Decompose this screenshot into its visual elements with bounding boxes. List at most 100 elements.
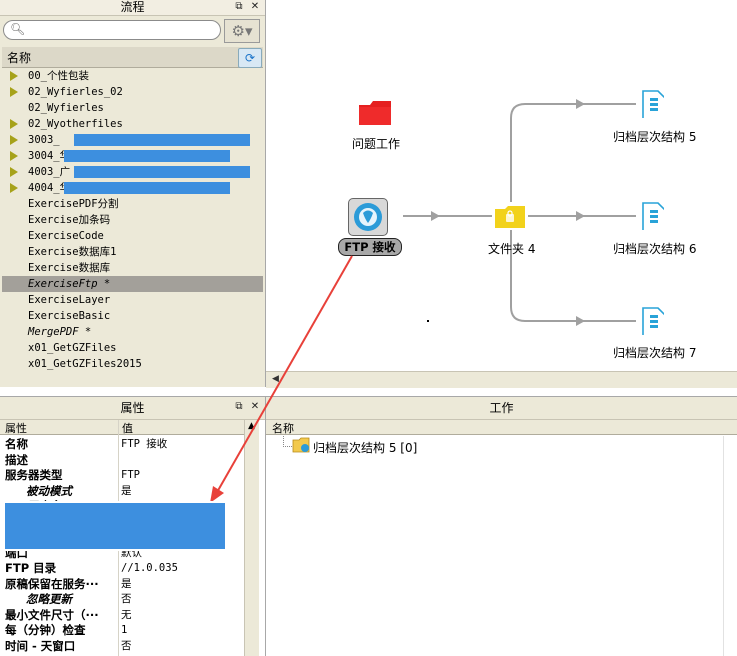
property-key: 最小文件尺寸（··· [5, 607, 99, 622]
property-row[interactable]: 每（分钟）检查 1 [0, 622, 244, 638]
flow-list-item[interactable]: ExerciseBasic [2, 308, 263, 324]
expand-triangle-icon[interactable] [10, 87, 18, 97]
expand-triangle-icon[interactable] [10, 183, 18, 193]
property-row[interactable]: 服务器类型 FTP [0, 467, 244, 483]
expand-triangle-icon[interactable] [10, 71, 18, 81]
redaction-block [74, 166, 250, 178]
flow-item-label: Exercise数据库1 [28, 246, 117, 258]
flow-list-item[interactable]: 3003_ [2, 132, 263, 148]
flow-item-label: 02_Wyfierles_02 [28, 86, 123, 98]
flow-list-item[interactable]: 02_Wyfierles_02 [2, 84, 263, 100]
property-value[interactable]: 是 [121, 483, 132, 499]
flow-list-item[interactable]: ExerciseCode [2, 228, 263, 244]
flow-column-name: 名称 [7, 51, 32, 65]
flow-list-item[interactable]: ExerciseFtp * [2, 276, 263, 292]
archive-folder-icon [292, 437, 310, 453]
expand-triangle-icon[interactable] [10, 167, 18, 177]
search-icon: 🔍︎ [10, 22, 26, 36]
canvas-connectors [403, 99, 636, 326]
flow-list-header: 名称 ⟳ [2, 47, 263, 68]
property-value[interactable]: //1.0.035 [121, 560, 178, 576]
scroll-left-icon[interactable]: ◀ [272, 374, 279, 384]
properties-vertical-scrollbar[interactable]: ▲ [244, 420, 259, 656]
archive-doc-icon[interactable] [642, 307, 664, 335]
property-value[interactable]: FTP 接收 [121, 436, 167, 452]
flow-list-item[interactable]: 4003_广 [2, 164, 263, 180]
property-row[interactable]: 被动模式 是 [0, 483, 244, 499]
property-row[interactable]: 描述 [0, 452, 244, 468]
close-icon[interactable]: ✕ [249, 401, 261, 413]
flow-item-label: ExercisePDF分割 [28, 198, 119, 210]
archive6-label: 归档层次结构 6 [613, 242, 697, 256]
flow-canvas[interactable]: 问题工作 FTP 接收 文件夹 4 归档层次结构 5 归档层次结构 6 归档层次… [266, 0, 737, 370]
properties-title: 属性 [120, 401, 145, 415]
flow-item-label: ExerciseLayer [28, 294, 111, 306]
search-input[interactable]: 🔍︎ [3, 20, 221, 40]
flow-list-item[interactable]: 3004_华 [2, 148, 263, 164]
close-icon[interactable]: ✕ [249, 1, 261, 13]
flow-panel-title: 流程 [120, 0, 145, 14]
flow-item-label: 02_Wyfierles [28, 102, 104, 114]
redaction-block [74, 134, 250, 146]
work-vertical-scrollbar[interactable] [723, 436, 737, 656]
property-key: 时间 - 天窗口 [5, 638, 76, 653]
property-key: 每（分钟）检查 [5, 623, 86, 637]
flow-list-item[interactable]: 4004_华 [2, 180, 263, 196]
property-row[interactable]: 忽略更新 否 [0, 591, 244, 607]
archive-doc-icon[interactable] [642, 202, 664, 230]
flow-item-label: ExerciseCode [28, 230, 104, 242]
work-panel: 工作 [266, 396, 737, 656]
work-item[interactable]: 归档层次结构 5 [0] [313, 439, 417, 456]
property-row[interactable]: 时间 - 天窗口 否 [0, 638, 244, 654]
archive-doc-icon[interactable] [642, 90, 664, 118]
scroll-up-icon[interactable]: ▲ [248, 421, 255, 431]
flow-list-item[interactable]: 00_个性包装 [2, 68, 263, 84]
flow-list-item[interactable]: 02_Wyfierles [2, 100, 263, 116]
work-titlebar: 工作 [266, 396, 737, 420]
property-row[interactable]: 最小文件尺寸（··· 无 [0, 607, 244, 623]
archive7-label: 归档层次结构 7 [613, 346, 697, 360]
expand-triangle-icon[interactable] [10, 119, 18, 129]
flow-list-item[interactable]: Exercise数据库1 [2, 244, 263, 260]
expand-triangle-icon[interactable] [10, 151, 18, 161]
flow-list-item[interactable]: 02_Wyotherfiles [2, 116, 263, 132]
flow-list-item[interactable]: ExercisePDF分割 [2, 196, 263, 212]
refresh-icon[interactable]: ⟳ [238, 48, 262, 68]
property-key: 原稿保留在服务··· [5, 576, 99, 591]
flow-list-item[interactable]: x01_GetGZFiles [2, 340, 263, 356]
float-icon[interactable]: ⧉ [233, 1, 245, 13]
flow-list-item[interactable]: ExerciseLayer [2, 292, 263, 308]
ftp-globe-icon [354, 203, 382, 231]
property-value[interactable]: 是 [121, 576, 132, 592]
expand-triangle-icon[interactable] [10, 135, 18, 145]
folder4-label: 文件夹 4 [488, 242, 536, 256]
work-col-name: 名称 [272, 422, 294, 435]
canvas-dot [427, 320, 429, 322]
archive5-label: 归档层次结构 5 [613, 130, 697, 144]
ftp-receive-node[interactable] [348, 198, 388, 236]
property-value[interactable]: 否 [121, 638, 132, 654]
folder-icon[interactable] [494, 205, 526, 229]
flow-item-label: 02_Wyotherfiles [28, 118, 123, 130]
flow-list-item[interactable]: Exercise加条码 [2, 212, 263, 228]
properties-col-value: 值 [122, 422, 133, 435]
gear-icon[interactable]: ⚙▾ [224, 19, 260, 43]
problem-folder-icon[interactable] [358, 100, 392, 126]
canvas-horizontal-scrollbar[interactable] [266, 371, 737, 388]
property-row[interactable]: FTP 目录 //1.0.035 [0, 560, 244, 576]
flow-list-item[interactable]: Exercise数据库 [2, 260, 263, 276]
property-key: 忽略更新 [26, 592, 72, 606]
properties-col-key: 属性 [5, 422, 27, 435]
property-key: 被动模式 [26, 483, 72, 498]
float-icon[interactable]: ⧉ [233, 401, 245, 413]
property-key: 名称 [5, 437, 28, 451]
property-row[interactable]: 名称 FTP 接收 [0, 436, 244, 452]
property-value[interactable]: FTP [121, 467, 140, 483]
flow-list-item[interactable]: MergePDF * [2, 324, 263, 340]
flow-list-item[interactable]: x01_GetGZFiles2015 [2, 356, 263, 372]
property-row[interactable]: 原稿保留在服务··· 是 [0, 576, 244, 592]
property-value[interactable]: 否 [121, 591, 132, 607]
property-value[interactable]: 1 [121, 622, 127, 638]
property-key: FTP 目录 [5, 561, 57, 575]
property-value[interactable]: 无 [121, 607, 132, 623]
